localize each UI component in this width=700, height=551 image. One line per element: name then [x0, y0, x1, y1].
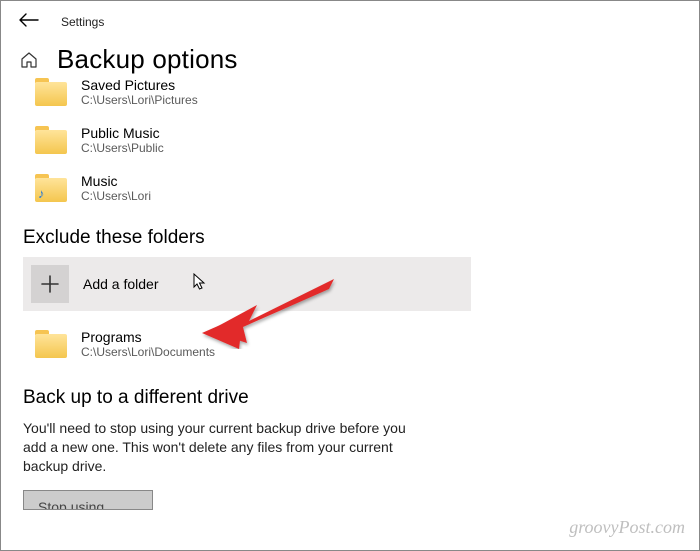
- add-folder-label: Add a folder: [83, 276, 159, 292]
- add-folder-button[interactable]: Add a folder: [23, 257, 471, 311]
- folder-icon: [35, 126, 67, 154]
- cursor-icon: [193, 273, 207, 295]
- stop-using-drive-button[interactable]: Stop using drive: [23, 490, 153, 510]
- folder-path: C:\Users\Public: [81, 141, 164, 155]
- different-drive-heading: Back up to a different drive: [1, 369, 699, 417]
- folder-name: Programs: [81, 329, 215, 345]
- plus-icon: [31, 265, 69, 303]
- folder-path: C:\Users\Lori: [81, 189, 151, 203]
- backup-folder-list: Saved Pictures C:\Users\Lori\Pictures Pu…: [1, 77, 699, 213]
- folder-item[interactable]: Public Music C:\Users\Public: [19, 117, 681, 165]
- folder-path: C:\Users\Lori\Pictures: [81, 93, 198, 107]
- folder-item[interactable]: Saved Pictures C:\Users\Lori\Pictures: [19, 77, 681, 117]
- watermark: groovyPost.com: [569, 517, 685, 538]
- folder-item[interactable]: ♪ Music C:\Users\Lori: [19, 165, 681, 213]
- folder-name: Music: [81, 173, 151, 189]
- back-button[interactable]: [19, 11, 39, 32]
- folder-icon: [35, 78, 67, 106]
- exclude-heading: Exclude these folders: [1, 213, 699, 257]
- folder-icon: [35, 330, 67, 358]
- folder-item[interactable]: Programs C:\Users\Lori\Documents: [19, 321, 681, 369]
- home-icon[interactable]: [19, 50, 39, 70]
- folder-name: Public Music: [81, 125, 164, 141]
- folder-path: C:\Users\Lori\Documents: [81, 345, 215, 359]
- music-folder-icon: ♪: [35, 174, 67, 202]
- exclude-folder-list: Programs C:\Users\Lori\Documents: [1, 311, 699, 369]
- settings-label: Settings: [61, 15, 104, 29]
- folder-name: Saved Pictures: [81, 77, 198, 93]
- page-title: Backup options: [57, 44, 238, 75]
- different-drive-body: You'll need to stop using your current b…: [1, 417, 441, 476]
